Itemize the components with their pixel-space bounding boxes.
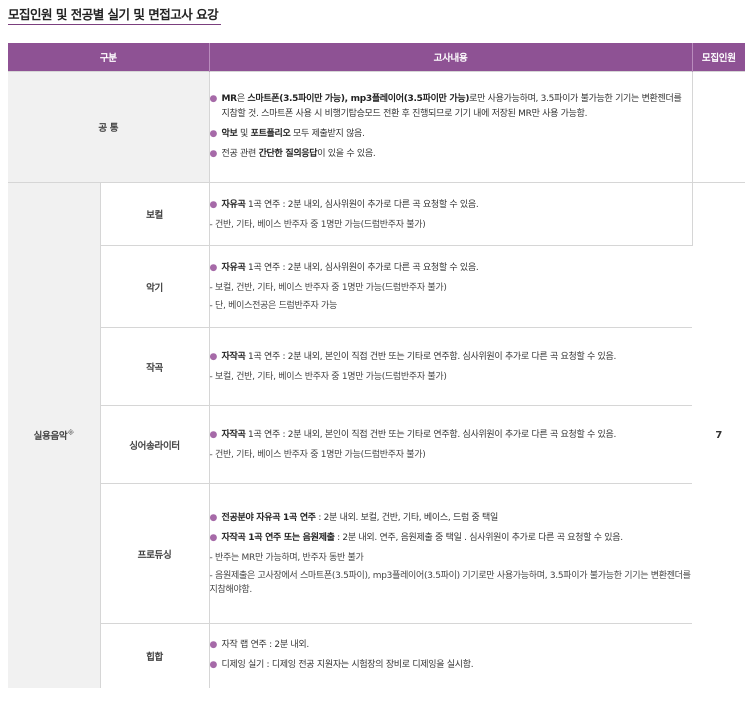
- quota-common-empty: [692, 71, 746, 183]
- list-item: ● 자작곡 1곡 연주 또는 음원제출 : 2분 내외. 연주, 음원제출 중 택…: [210, 531, 693, 546]
- bullet-icon: ●: [209, 199, 218, 210]
- content-vocal: ● 자유곡 1곡 연주 : 2분 내외, 심사위원이 추가로 다른 곡 요청할 수…: [209, 182, 693, 246]
- note-line: - 음원제출은 고사장에서 스마트폰(3.5파이), mp3플레이어(3.5파이…: [209, 571, 691, 595]
- bullet-icon: ●: [209, 660, 218, 671]
- bullet-icon: ●: [209, 640, 218, 651]
- page-title: 모집인원 및 전공별 실기 및 면접고사 요강: [8, 7, 219, 22]
- note-line: - 보컬, 건반, 기타, 베이스 반주자 중 1명만 가능(드럼반주자 불가): [209, 372, 447, 382]
- header-category: 구분: [8, 43, 210, 72]
- note-line: - 반주는 MR만 가능하며, 반주자 동반 불가: [209, 553, 364, 563]
- content-common: ● MR은 스마트폰(3.5파이만 가능), mp3플레이어(3.5파이만 가능…: [209, 71, 693, 183]
- quota-applied-music: 7: [692, 182, 746, 688]
- content-composition: ● 자작곡 1곡 연주 : 2분 내외, 본인이 직접 건반 또는 기타로 연주함…: [209, 327, 693, 406]
- content-hiphop: ● 자작 랩 연주 : 2분 내외. ● 디제잉 실기 : 디제잉 전공 지원자는 …: [209, 623, 693, 688]
- list-item: ● 디제잉 실기 : 디제잉 전공 지원자는 시험장의 장비로 디제잉을 실시함.: [210, 658, 693, 673]
- sub-label-instrument: 악기: [100, 245, 210, 328]
- table-row-singer-songwriter: 싱어송라이터 ● 자작곡 1곡 연주 : 2분 내외, 본인이 직접 건반 또는 …: [8, 405, 745, 484]
- table-row-instrument: 악기 ● 자유곡 1곡 연주 : 2분 내외, 심사위원이 추가로 다른 곡 요청…: [8, 245, 745, 328]
- content-instrument: ● 자유곡 1곡 연주 : 2분 내외, 심사위원이 추가로 다른 곡 요청할 수…: [209, 245, 693, 328]
- content-producing: ● 전공분야 자유곡 1곡 연주 : 2분 내외. 보컬, 건반, 기타, 베이스…: [209, 483, 693, 624]
- sub-label-singer-songwriter: 싱어송라이터: [100, 405, 210, 484]
- list-item: ● 전공 관련 간단한 질의응답이 있을 수 있음.: [210, 147, 692, 162]
- row-label-common: 공 통: [8, 71, 210, 183]
- table-row-hiphop: 힙합 ● 자작 랩 연주 : 2분 내외. ● 디제잉 실기 : 디제잉 전공 지원…: [8, 623, 745, 688]
- content-singer-songwriter: ● 자작곡 1곡 연주 : 2분 내외, 본인이 직접 건반 또는 기타로 연주함…: [209, 405, 693, 484]
- note-line: - 보컬, 건반, 기타, 베이스 반주자 중 1명만 가능(드럼반주자 불가): [209, 283, 447, 293]
- bullet-icon: ●: [209, 263, 218, 273]
- bullet-icon: ●: [209, 533, 218, 543]
- sub-label-vocal: 보컬: [100, 182, 210, 246]
- title-underline: [8, 24, 221, 25]
- table-header-row: 구분 고사내용 모집인원: [8, 43, 746, 72]
- table-row-vocal: 실용음악※ 보컬 ● 자유곡 1곡 연주 : 2분 내외, 심사위원이 추가로 다…: [8, 182, 746, 688]
- table-row-composition: 작곡 ● 자작곡 1곡 연주 : 2분 내외, 본인이 직접 건반 또는 기타로 …: [8, 327, 745, 406]
- list-item: ● MR은 스마트폰(3.5파이만 가능), mp3플레이어(3.5파이만 가능…: [209, 94, 682, 119]
- table-row-common: 공 통 ● MR은 스마트폰(3.5파이만 가능), mp3플레이어(3.5파이…: [8, 71, 746, 183]
- bullet-icon: ●: [209, 149, 218, 159]
- note-line: - 건반, 기타, 베이스 반주자 중 1명만 가능(드럼반주자 불가): [209, 219, 426, 230]
- note-line: - 건반, 기타, 베이스 반주자 중 1명만 가능(드럼반주자 불가): [209, 450, 426, 460]
- list-item: ● 자유곡 1곡 연주 : 2분 내외, 심사위원이 추가로 다른 곡 요청할 수…: [210, 261, 693, 276]
- list-item: ● 악보 및 포트폴리오 모두 제출받지 않음.: [210, 127, 692, 142]
- list-item: ● 전공분야 자유곡 1곡 연주 : 2분 내외. 보컬, 건반, 기타, 베이스…: [210, 511, 693, 526]
- list-item: ● 자유곡 1곡 연주 : 2분 내외, 심사위원이 추가로 다른 곡 요청할 수…: [210, 198, 692, 213]
- sub-label-producing: 프로듀싱: [100, 483, 210, 624]
- bullet-icon: ●: [209, 430, 218, 440]
- bullet-icon: ●: [209, 94, 218, 104]
- table-row-producing: 프로듀싱 ● 전공분야 자유곡 1곡 연주 : 2분 내외. 보컬, 건반, 기타…: [8, 483, 745, 624]
- header-content: 고사내용: [209, 43, 693, 72]
- bullet-icon: ●: [209, 129, 218, 139]
- note-mark: ※: [67, 429, 74, 438]
- sub-label-hiphop: 힙합: [100, 623, 210, 688]
- row-label-applied-music: 실용음악※: [8, 182, 101, 688]
- list-item: ● 자작곡 1곡 연주 : 2분 내외, 본인이 직접 건반 또는 기타로 연주함…: [210, 428, 693, 443]
- sub-label-composition: 작곡: [100, 327, 210, 406]
- bullet-icon: ●: [209, 352, 218, 362]
- list-item: ● 자작 랩 연주 : 2분 내외.: [210, 638, 693, 653]
- note-line: - 단, 베이스전공은 드럼반주자 가능: [209, 301, 338, 311]
- exam-requirements-table: 구분 고사내용 모집인원 공 통 ● MR은 스마트폰(3.5파이만 가능), …: [8, 43, 746, 688]
- list-item: ● 자작곡 1곡 연주 : 2분 내외, 본인이 직접 건반 또는 기타로 연주함…: [210, 350, 693, 365]
- bullet-icon: ●: [209, 513, 218, 523]
- header-quota: 모집인원: [692, 43, 746, 72]
